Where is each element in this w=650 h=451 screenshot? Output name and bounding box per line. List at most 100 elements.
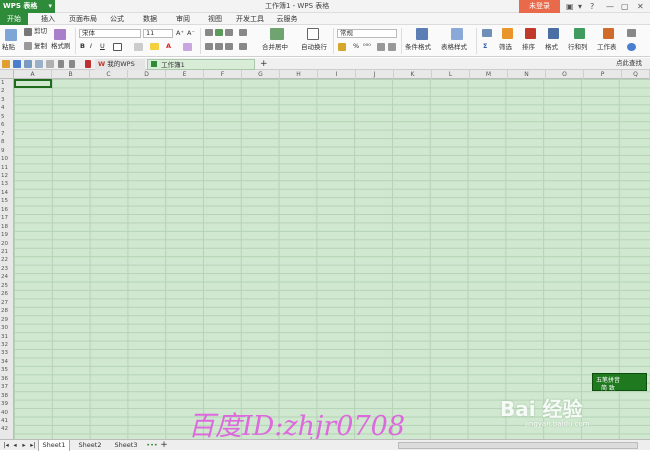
sheet-tab-sheet3[interactable]: Sheet3 (110, 440, 142, 451)
app-menu-button[interactable]: WPS 表格 ▾ (0, 0, 55, 13)
row-header[interactable]: 40 (0, 409, 14, 417)
symbol-icon[interactable] (482, 29, 492, 37)
new-tab-button[interactable]: + (257, 59, 268, 70)
column-header[interactable]: N (508, 70, 546, 79)
conditional-format-icon[interactable] (416, 28, 428, 40)
add-sheet-button[interactable]: + (159, 440, 169, 451)
sheet-tab-sheet1[interactable]: Sheet1 (38, 440, 70, 451)
worksheet-icon[interactable] (603, 28, 614, 39)
border-icon[interactable] (113, 43, 122, 51)
print-icon[interactable] (24, 60, 32, 68)
row-header[interactable]: 13 (0, 180, 14, 188)
merge-center-button[interactable]: 合并居中 (262, 43, 288, 52)
wrap-text-icon[interactable] (307, 28, 319, 40)
tab-view[interactable]: 视图 (204, 13, 226, 25)
align-left-icon[interactable] (205, 43, 213, 50)
clear-format-icon[interactable] (183, 43, 192, 51)
brush-icon[interactable] (54, 29, 66, 40)
scissors-icon[interactable] (24, 28, 32, 36)
prev-sheet-icon[interactable]: ◂ (11, 440, 19, 451)
sort-icon[interactable] (525, 28, 536, 39)
row-header[interactable]: 23 (0, 265, 14, 273)
sheet-tab-sheet2[interactable]: Sheet2 (74, 440, 106, 451)
underline-button[interactable]: U (100, 42, 105, 51)
percent-button[interactable]: % (353, 42, 359, 51)
row-header[interactable]: 11 (0, 164, 14, 172)
sort-button[interactable]: 排序 (522, 43, 535, 52)
row-header[interactable]: 31 (0, 333, 14, 341)
row-header[interactable]: 37 (0, 383, 14, 391)
column-header[interactable]: A (14, 70, 52, 79)
copy-button[interactable]: 复制 (34, 42, 47, 51)
redo-icon[interactable] (69, 60, 75, 68)
select-all-corner[interactable] (0, 70, 14, 79)
column-header[interactable]: M (470, 70, 508, 79)
next-sheet-icon[interactable]: ▸ (20, 440, 28, 451)
tab-workbook1[interactable]: 工作簿1 (147, 59, 255, 70)
tab-developer[interactable]: 开发工具 (235, 13, 265, 25)
font-color-button[interactable]: A (166, 42, 171, 51)
row-header[interactable]: 28 (0, 307, 14, 315)
first-sheet-icon[interactable]: |◂ (2, 440, 10, 451)
freeze-icon[interactable] (627, 29, 636, 37)
row-header[interactable]: 5 (0, 113, 14, 121)
paste-button[interactable]: 粘贴 (2, 43, 15, 52)
column-header[interactable]: H (280, 70, 318, 79)
column-header[interactable]: G (242, 70, 280, 79)
cut-button[interactable]: 剪切 (34, 27, 47, 36)
merge-center-icon[interactable] (270, 28, 284, 40)
tab-insert[interactable]: 插入 (37, 13, 59, 25)
row-header[interactable]: 34 (0, 358, 14, 366)
save-icon[interactable] (13, 60, 21, 68)
dropdown-icon[interactable]: ▾ (578, 1, 582, 12)
row-header[interactable]: 3 (0, 96, 14, 104)
format-painter-button[interactable]: 格式刷 (51, 42, 71, 51)
decrease-decimal-icon[interactable] (388, 43, 396, 51)
row-header[interactable]: 8 (0, 138, 14, 146)
column-header[interactable]: P (584, 70, 622, 79)
worksheet-button[interactable]: 工作表 (597, 43, 617, 52)
row-header[interactable]: 17 (0, 214, 14, 222)
table-style-icon[interactable] (451, 28, 463, 40)
login-button[interactable]: 未登录 (519, 0, 560, 13)
bold-button[interactable]: B (80, 42, 85, 51)
row-header[interactable]: 42 (0, 425, 14, 433)
tab-my-wps[interactable]: W 我的WPS (95, 59, 145, 70)
align-right-icon[interactable] (225, 43, 233, 50)
active-cell-a1[interactable] (14, 79, 52, 88)
row-header[interactable]: 32 (0, 341, 14, 349)
font-shrink-button[interactable]: A⁻ (187, 29, 195, 38)
row-header[interactable]: 2 (0, 87, 14, 95)
tab-home[interactable]: 开始 (0, 13, 28, 25)
italic-button[interactable]: I (90, 42, 92, 51)
tab-data[interactable]: 数据 (139, 13, 161, 25)
row-header[interactable]: 33 (0, 349, 14, 357)
row-header[interactable]: 39 (0, 400, 14, 408)
column-header[interactable]: C (90, 70, 128, 79)
font-name-select[interactable]: 宋体 (79, 29, 141, 38)
filter-icon[interactable] (502, 28, 513, 39)
number-format-select[interactable]: 常规 (337, 29, 397, 38)
print-preview-icon[interactable] (35, 60, 43, 68)
undo-icon[interactable] (58, 60, 64, 68)
row-header[interactable]: 6 (0, 121, 14, 129)
tab-cloud[interactable]: 云服务 (274, 13, 300, 25)
row-header[interactable]: 27 (0, 299, 14, 307)
row-header[interactable]: 22 (0, 256, 14, 264)
row-header[interactable]: 20 (0, 240, 14, 248)
row-header[interactable]: 21 (0, 248, 14, 256)
format-icon[interactable] (548, 28, 559, 39)
font-grow-button[interactable]: A⁺ (176, 29, 184, 38)
thousands-button[interactable]: ⁰⁰⁰ (363, 42, 371, 51)
row-header[interactable]: 26 (0, 290, 14, 298)
column-header[interactable]: E (166, 70, 204, 79)
align-top-icon[interactable] (205, 29, 213, 36)
justify-icon[interactable] (239, 43, 247, 50)
conditional-format-button[interactable]: 条件格式 (405, 43, 431, 52)
column-header[interactable]: L (432, 70, 470, 79)
align-bottom-icon[interactable] (225, 29, 233, 36)
row-header[interactable]: 9 (0, 147, 14, 155)
row-header[interactable]: 7 (0, 130, 14, 138)
tab-page-layout[interactable]: 页面布局 (66, 13, 100, 25)
align-center-icon[interactable] (215, 43, 223, 50)
